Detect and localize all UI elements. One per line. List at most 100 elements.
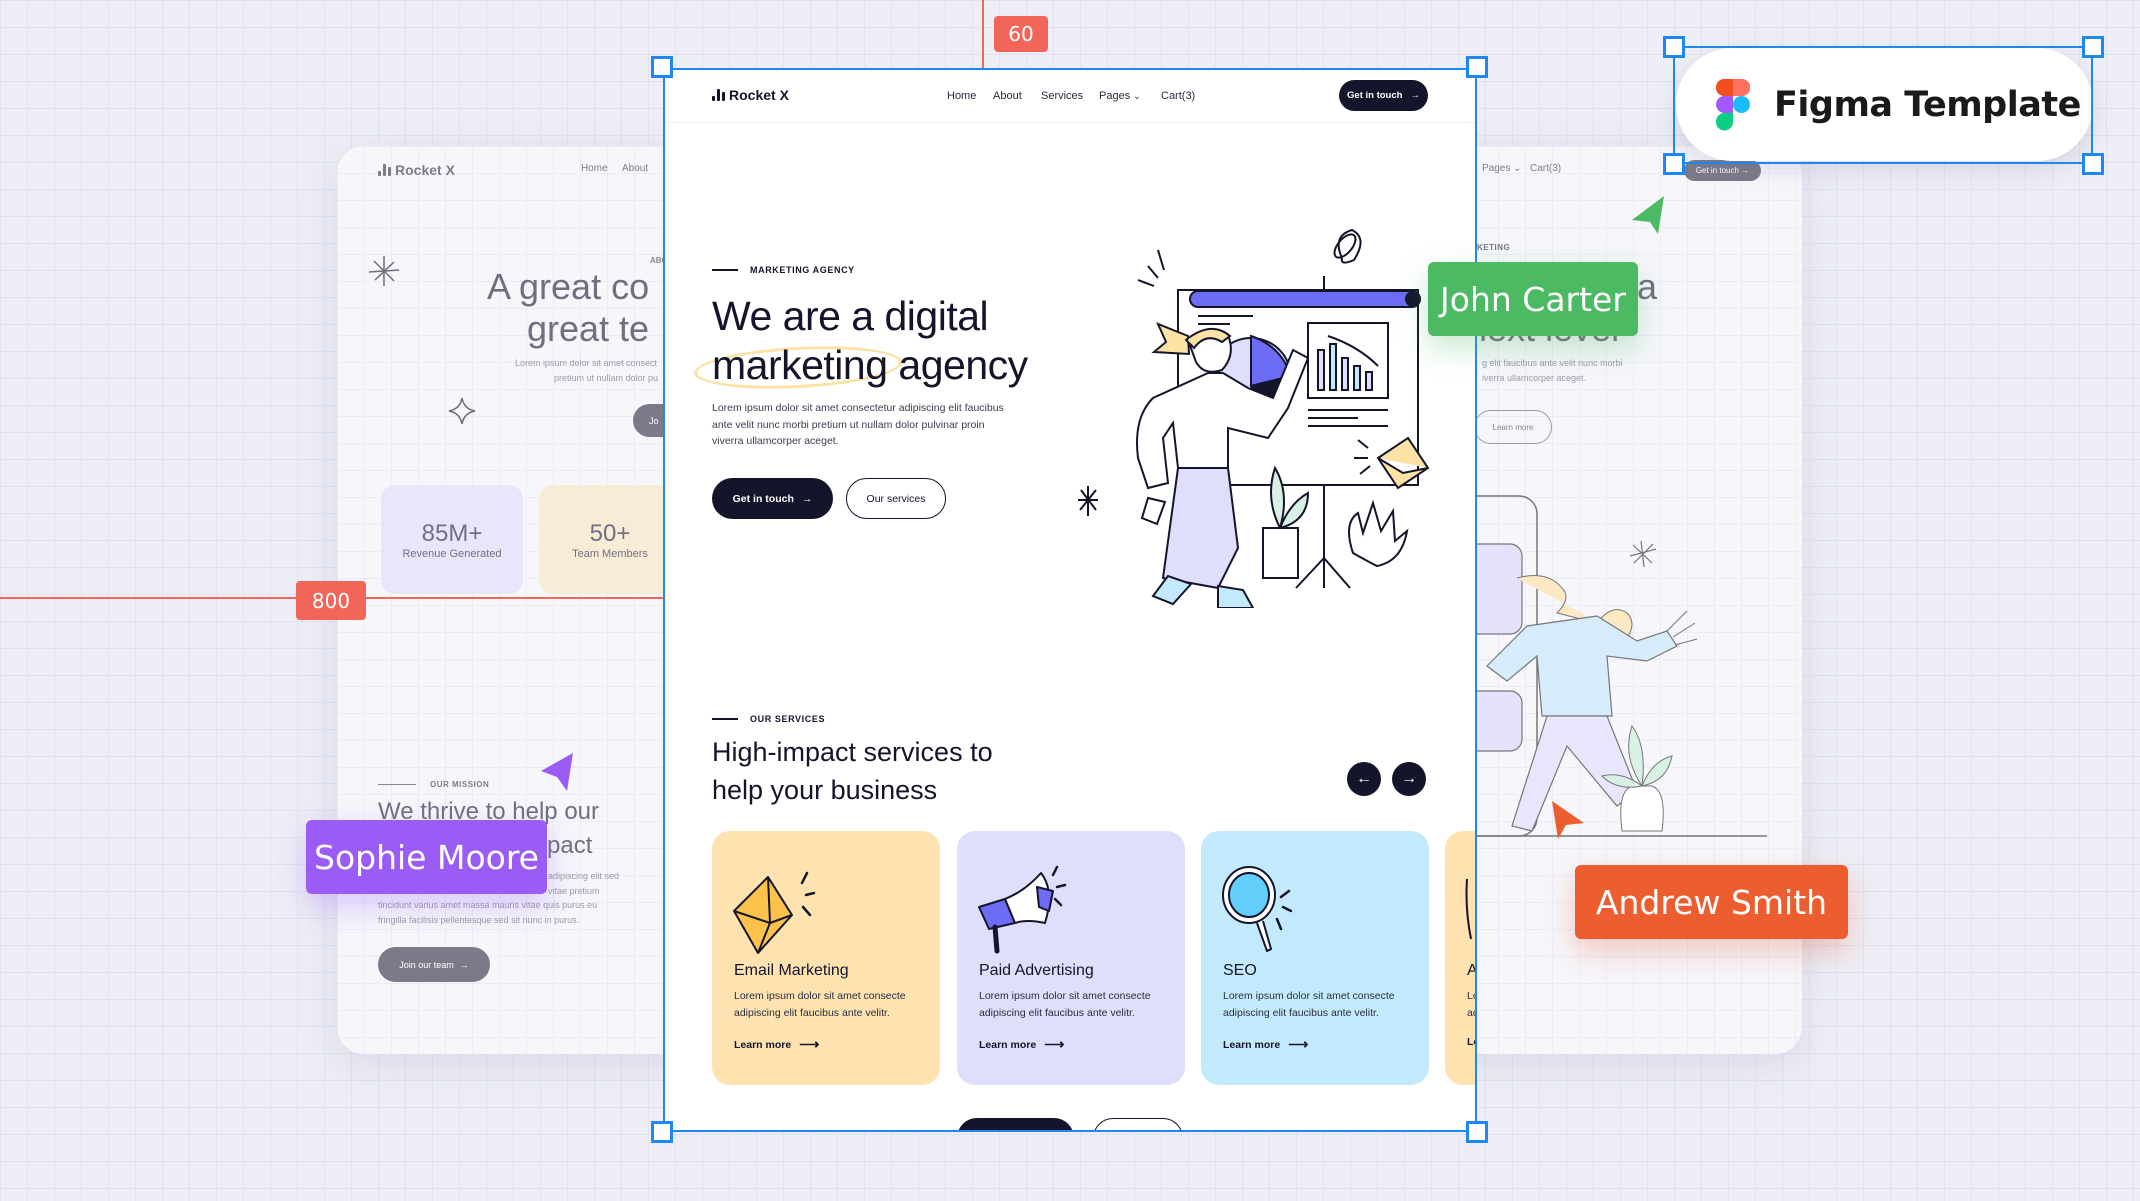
card-text: Lo ad [1467, 988, 1477, 1022]
card-text-line: Lorem ipsum dolor sit amet consecte [1223, 990, 1395, 1002]
hero-paragraph: Lorem ipsum dolor sit amet consectetur a… [712, 400, 1004, 450]
service-card-seo[interactable]: SEO Lorem ipsum dolor sit amet consecte a… [1201, 831, 1429, 1085]
service-card-partial[interactable]: A Lo ad Le [1445, 831, 1477, 1085]
sparkle-star-icon [448, 397, 476, 425]
back-learn-more-button: Learn more [1474, 410, 1552, 444]
cta-label: Get in touch [1347, 90, 1403, 101]
nav-services[interactable]: Services [1041, 90, 1083, 102]
stat-card-team: 50+ Team Members [539, 485, 681, 594]
resize-handle-top-left[interactable] [651, 56, 673, 78]
back-mission-title-2: pact [547, 832, 593, 859]
back-mission-eyebrow: OUR MISSION [378, 780, 489, 789]
stat-value: 50+ [589, 519, 631, 547]
hero-paragraph-line: ante velit nunc morbi pretium ut nullam … [712, 418, 985, 431]
hero-title-highlight: marketing [712, 342, 888, 388]
carousel-next-button[interactable]: → [1392, 762, 1426, 796]
pages-label: Pages [1482, 163, 1511, 174]
card-learn-more-link[interactable]: Learn more ⟶ [1223, 1036, 1308, 1053]
badge-handle-bottom-left[interactable] [1663, 153, 1685, 175]
cursor-arrow-icon-green [1632, 196, 1664, 234]
logo[interactable]: Rocket X [712, 87, 789, 103]
logo-text: Rocket X [729, 87, 789, 103]
arrow-right-icon: ⟶ [799, 1036, 820, 1052]
learn-more-label: Learn more [1223, 1038, 1281, 1051]
stat-value: 85M+ [421, 519, 483, 547]
back-mission-text-1: adipiscing elit sed [548, 871, 620, 881]
hero-title: We are a digital marketing agency [712, 292, 1028, 390]
badge-selection-outline [1673, 46, 2093, 164]
top-guide-label: 60 [994, 16, 1048, 52]
nav-pages[interactable]: Pages ⌄ [1099, 90, 1141, 102]
sparkle-asterisk-icon [1629, 540, 1657, 568]
card-text-line: Lo [1467, 990, 1477, 1002]
card-text-line: adipiscing elit faucibus ante velitr. [1223, 1007, 1379, 1019]
card-text-line: Lorem ipsum dolor sit amet consecte [734, 990, 906, 1002]
back-about-text-1: Lorem ipsum dolor sit amet consect [515, 358, 658, 368]
resize-handle-bottom-right[interactable] [1466, 1121, 1488, 1143]
services-eyebrow-text: OUR SERVICES [750, 714, 826, 724]
nav-about[interactable]: About [993, 90, 1022, 102]
card-learn-more-link[interactable]: Learn more ⟶ [979, 1036, 1064, 1053]
back-mission-text-4: fringilla facilisis pellentesque sed sit… [378, 915, 580, 925]
arrow-right-icon: → [1401, 770, 1417, 787]
card-learn-more-link[interactable]: Le [1467, 1036, 1477, 1048]
hero-get-in-touch-button[interactable]: Get in touch → [712, 478, 833, 519]
mission-eyebrow-text: OUR MISSION [430, 780, 490, 789]
badge-handle-top-left[interactable] [1663, 36, 1685, 58]
badge-handle-top-right[interactable] [2082, 36, 2104, 58]
hero-our-services-button[interactable]: Our services [846, 478, 946, 519]
service-card-paid-advertising[interactable]: Paid Advertising Lorem ipsum dolor sit a… [957, 831, 1185, 1085]
walking-man-illustration [1467, 495, 1767, 837]
card-title: Email Marketing [734, 962, 849, 979]
learn-more-label: Le [1467, 1036, 1477, 1048]
nav-cart[interactable]: Cart(3) [1161, 90, 1195, 102]
card-text: Lorem ipsum dolor sit amet consecte adipi… [734, 988, 906, 1022]
bottom-secondary-button[interactable] [1093, 1118, 1183, 1132]
services-eyebrow: OUR SERVICES [712, 714, 825, 724]
card-title: SEO [1223, 962, 1257, 979]
nav-get-in-touch-button[interactable]: Get in touch → [1339, 80, 1428, 111]
back-about-text-2: pretium ut nullam dolor pu [554, 373, 659, 383]
arrow-right-icon: ⟶ [1288, 1036, 1309, 1052]
arrow-right-icon: → [459, 959, 469, 970]
back-nav-cart: Cart(3) [1530, 163, 1562, 174]
card-text-line: adipiscing elit faucibus ante velitr. [734, 1007, 890, 1019]
card-learn-more-link[interactable]: Learn more ⟶ [734, 1036, 819, 1053]
service-card-email-marketing[interactable]: Email Marketing Lorem ipsum dolor sit am… [712, 831, 940, 1085]
envelope-icon [733, 871, 816, 954]
back-nav-home: Home [581, 163, 608, 174]
hero-title-line1: We are a digital [712, 293, 989, 339]
card-text-line: Lorem ipsum dolor sit amet consecte [979, 990, 1151, 1002]
top-nav: Rocket X Home About Services Pages ⌄ Car… [663, 68, 1477, 123]
back-nav-pages: Pages ⌄ [1482, 163, 1522, 174]
arrow-left-icon: ← [1356, 770, 1372, 787]
resize-handle-top-right[interactable] [1466, 56, 1488, 78]
arrow-right-icon: → [1410, 90, 1420, 101]
bottom-primary-button[interactable] [957, 1118, 1074, 1132]
back-nav-about: About [622, 163, 649, 174]
services-title-line: help your business [712, 775, 938, 805]
learn-more-label: Learn more [979, 1038, 1037, 1051]
hero-marketing-illustration [1078, 228, 1430, 608]
card-text-line: ad [1467, 1007, 1477, 1019]
hero-paragraph-line: Lorem ipsum dolor sit amet consectetur a… [712, 402, 1004, 414]
chevron-down-icon: ⌄ [1133, 91, 1141, 101]
logo-bars-icon [712, 89, 725, 101]
cursor-label-sophie-moore: Sophie Moore [306, 820, 547, 894]
cursor-label-andrew-smith: Andrew Smith [1575, 865, 1848, 939]
badge-handle-bottom-right[interactable] [2082, 153, 2104, 175]
sparkle-asterisk-icon [368, 256, 400, 286]
logo-bars-icon [378, 164, 391, 176]
primary-button-label: Get in touch [732, 492, 794, 505]
card-illustration-icon [1465, 878, 1472, 940]
main-page-frame[interactable]: Rocket X Home About Services Pages ⌄ Car… [663, 68, 1477, 1132]
services-title: High-impact services to help your busine… [712, 733, 993, 809]
arrow-right-icon: → [801, 492, 813, 505]
hero-eyebrow-text: MARKETING AGENCY [750, 265, 855, 275]
resize-handle-bottom-left[interactable] [651, 1121, 673, 1143]
carousel-prev-button[interactable]: ← [1347, 762, 1381, 796]
stat-card-revenue: 85M+ Revenue Generated [381, 485, 523, 594]
learn-more-label: Learn more [734, 1038, 792, 1051]
nav-home[interactable]: Home [947, 90, 976, 102]
back-about-title-2: great te [527, 308, 650, 349]
